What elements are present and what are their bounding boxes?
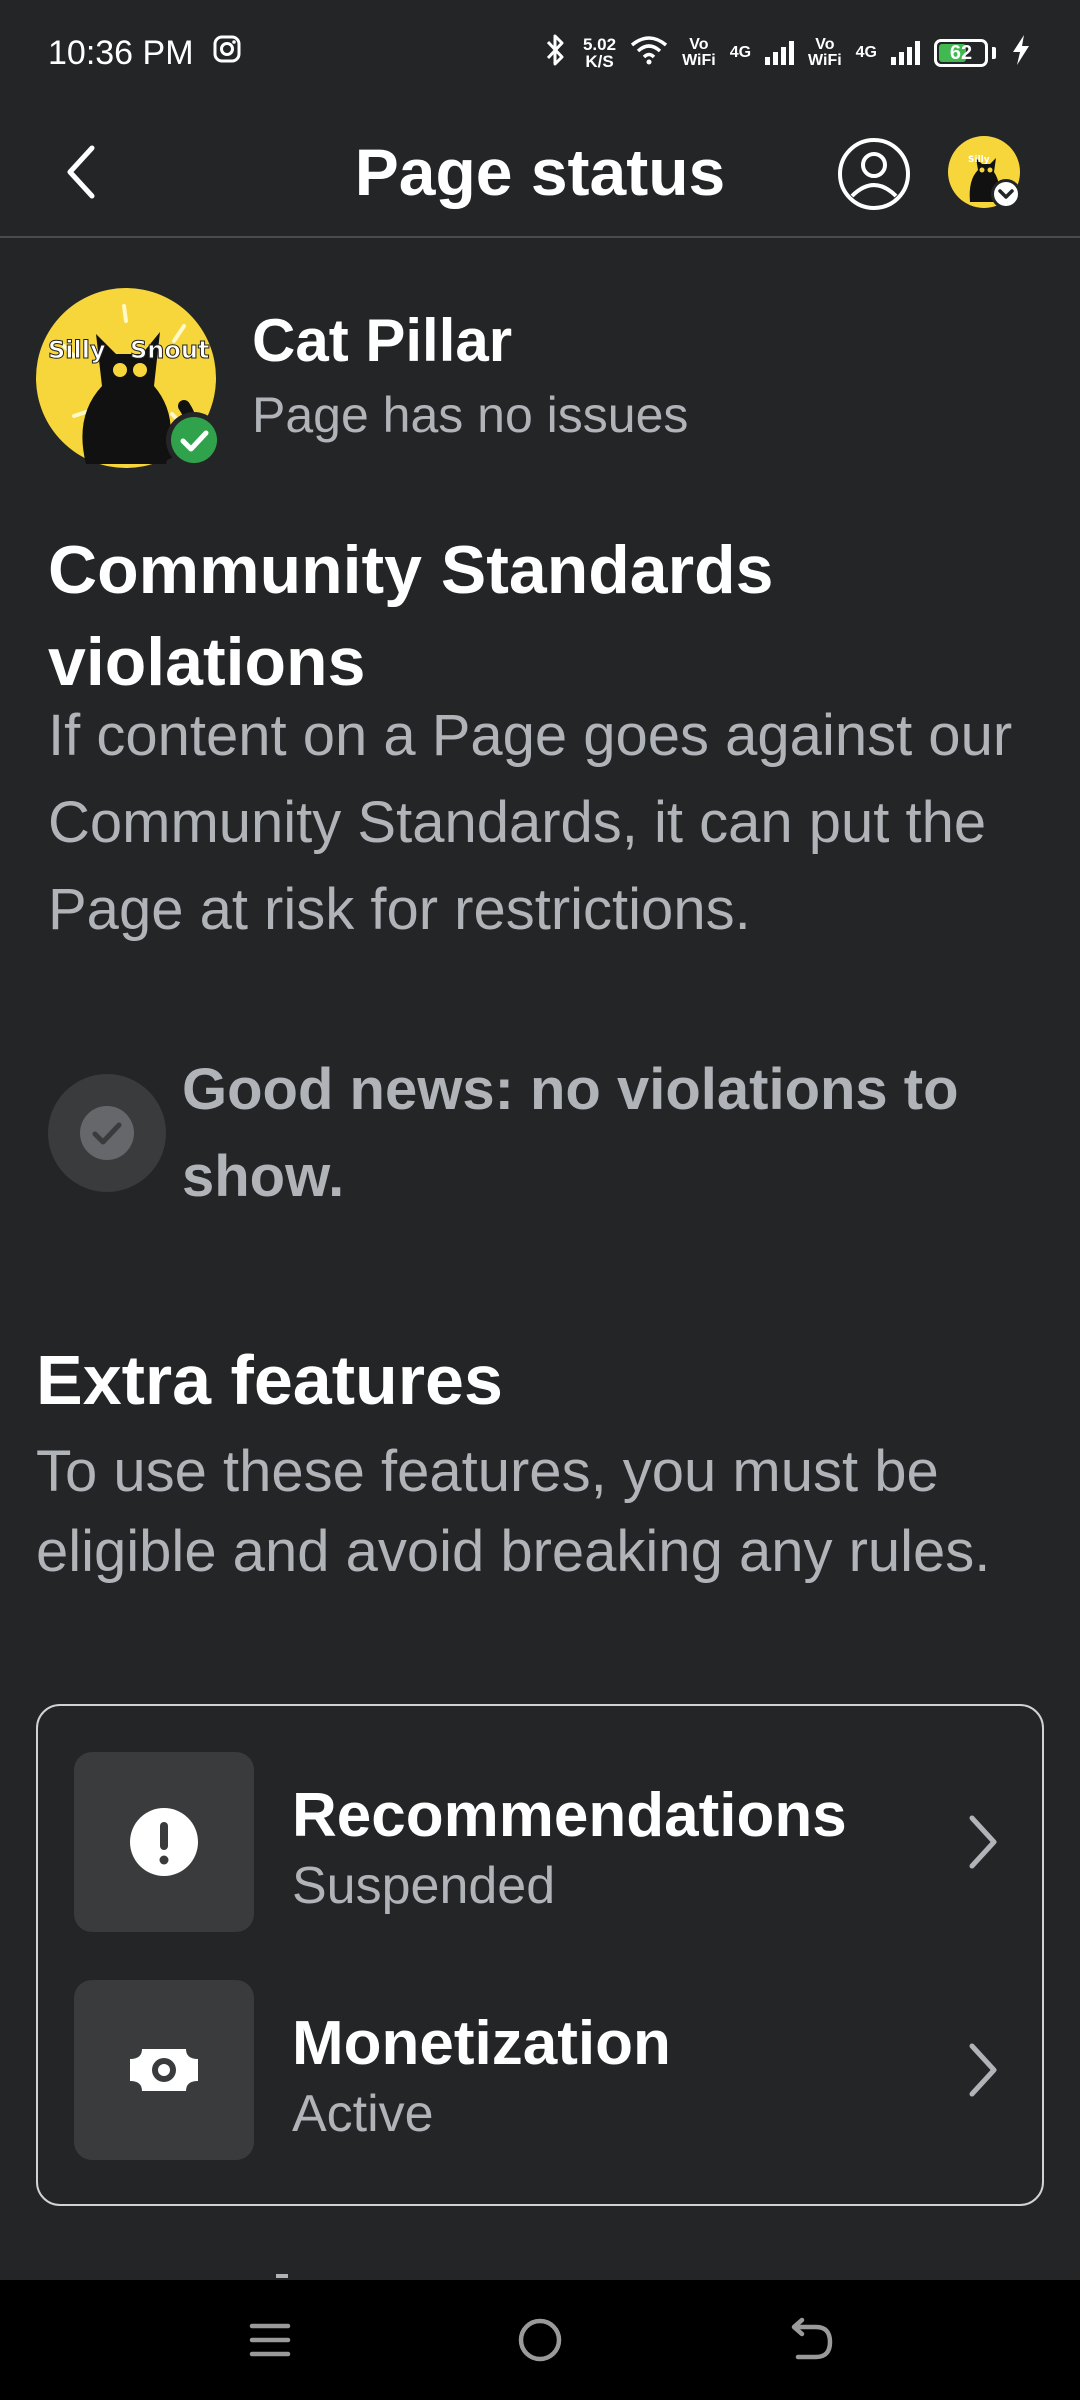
feature-title: Recommendations: [292, 1781, 847, 1850]
feature-title: Monetization: [292, 2009, 671, 2078]
money-icon: [130, 2049, 198, 2091]
page-name: Cat Pillar: [252, 307, 513, 374]
page-status-text: Page has no issues: [252, 387, 689, 443]
community-standards-title: Community Standards violations: [48, 532, 774, 700]
scroll-peek: [276, 2274, 288, 2278]
svg-text:Silly: Silly: [968, 155, 990, 165]
good-news-text: Good news: no violations to show.: [182, 1057, 959, 1209]
vowifi-label-2: Vo WiFi: [808, 36, 842, 69]
signal-icon-2: [891, 41, 920, 65]
profile-button[interactable]: [836, 136, 912, 212]
status-right: 5.02 K/S Vo WiFi 4G Vo WiFi 4G 62: [543, 33, 1032, 73]
battery-icon: 62: [934, 39, 988, 67]
bluetooth-icon: [543, 33, 569, 73]
battery-level: 62: [949, 41, 973, 64]
status-time: 10:36 PM: [48, 33, 194, 72]
avatar-text-snout: Snout: [130, 336, 209, 364]
net-speed-value: 5.02: [582, 35, 617, 54]
signal-icon: [765, 41, 795, 65]
feature-status: Active: [292, 2085, 434, 2143]
system-nav-bar: [0, 2280, 1080, 2400]
menu-button[interactable]: [230, 2304, 310, 2376]
net-speed-unit: K/S: [585, 52, 614, 71]
community-standards-description: If content on a Page goes against our Co…: [48, 703, 1013, 942]
instagram-icon: [212, 34, 242, 73]
wifi-icon: [630, 35, 668, 71]
avatar-text-silly: Silly: [48, 336, 106, 364]
status-bar: 10:36 PM 5.02 K/S Vo WiFi 4G Vo WiFi 4G …: [0, 0, 1080, 106]
network-speed: 5.02 K/S: [583, 36, 616, 70]
no-violations-check-icon: [48, 1074, 166, 1192]
page-title: Page status: [354, 135, 726, 209]
chevron-right-icon: [952, 2040, 1012, 2100]
vowifi-label: Vo WiFi: [682, 36, 716, 69]
menu-icon: [249, 2323, 291, 2357]
network-type-1: 4G: [729, 44, 752, 61]
feature-row-recommendations[interactable]: Recommendations Suspended: [38, 1752, 1042, 1932]
home-icon: [518, 2318, 562, 2362]
feature-status: Suspended: [292, 1857, 556, 1915]
page-avatar: Silly Snout: [34, 286, 222, 472]
status-left: 10:36 PM: [48, 34, 242, 73]
page-switcher-button[interactable]: Silly: [946, 134, 1026, 214]
extra-features-description: To use these features, you must be eligi…: [36, 1439, 991, 1584]
app-header: Page status Silly: [0, 106, 1080, 238]
profile-icon: [838, 138, 910, 210]
extra-features-title: Extra features: [36, 1341, 503, 1419]
feature-row-monetization[interactable]: Monetization Active: [38, 1980, 1042, 2160]
chevron-right-icon: [952, 1812, 1012, 1872]
charging-icon: [1010, 34, 1032, 72]
features-card: Recommendations Suspended Monetization A…: [36, 1704, 1044, 2206]
back-icon: [791, 2317, 833, 2360]
feature-icon-box: [74, 1980, 254, 2160]
alert-icon: [130, 1808, 198, 1876]
network-type-2: 4G: [855, 44, 877, 61]
back-nav-button[interactable]: [770, 2304, 850, 2376]
verified-check-icon: [166, 412, 222, 468]
home-button[interactable]: [500, 2304, 580, 2376]
battery-cap: [992, 47, 996, 59]
feature-icon-box: [74, 1752, 254, 1932]
page-switcher-avatar: Silly: [948, 136, 1021, 209]
